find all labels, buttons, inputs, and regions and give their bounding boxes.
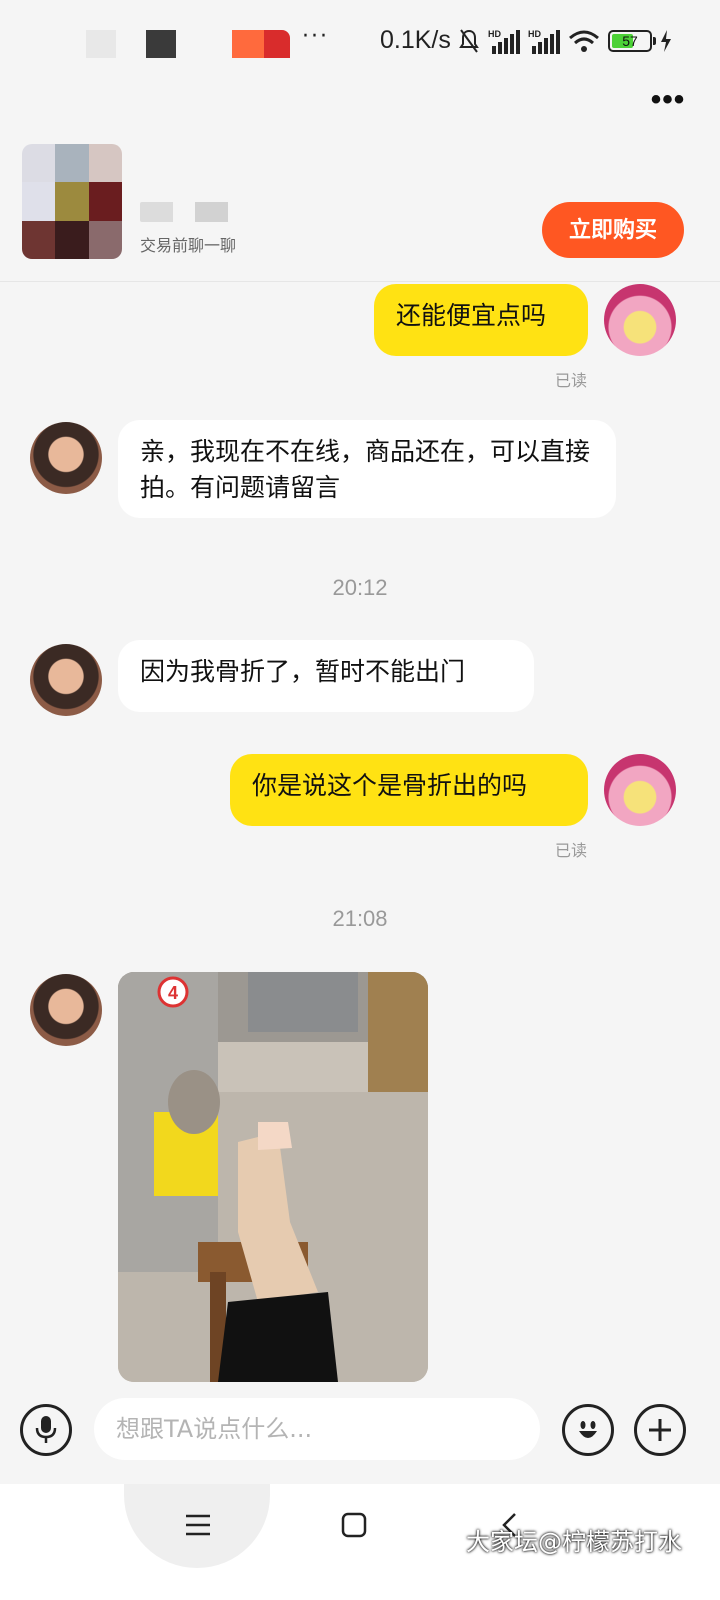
peer-avatar[interactable] bbox=[30, 974, 102, 1046]
message-bubble-me[interactable]: 你是说这个是骨折出的吗 bbox=[230, 754, 588, 826]
emoji-icon[interactable] bbox=[562, 1404, 614, 1456]
battery-level: 57 bbox=[622, 33, 638, 49]
watermark: 大家坛@柠檬苏打水 bbox=[466, 1528, 682, 1556]
plus-icon[interactable] bbox=[634, 1404, 686, 1456]
product-subtitle: 交易前聊一聊 bbox=[140, 236, 237, 255]
notification-icon bbox=[86, 30, 116, 58]
battery-icon: 57 bbox=[608, 30, 656, 52]
message-bubble-peer[interactable]: 亲，我现在不在线，商品还在，可以直接拍。有问题请留言 bbox=[118, 420, 616, 518]
bed-number-badge: 4 bbox=[168, 983, 178, 1003]
menu-icon[interactable] bbox=[176, 1506, 220, 1546]
hd-signal-icon: HD bbox=[488, 29, 520, 54]
message-input[interactable] bbox=[94, 1398, 540, 1460]
wifi-icon bbox=[569, 30, 599, 52]
peer-avatar[interactable] bbox=[30, 422, 102, 494]
mute-bell-icon bbox=[459, 29, 479, 53]
status-bar: ··· 0.1K/s HD HD 57 bbox=[0, 0, 720, 80]
home-square-icon[interactable] bbox=[334, 1506, 374, 1546]
peer-avatar[interactable] bbox=[30, 644, 102, 716]
network-speed: 0.1K/s bbox=[380, 26, 451, 54]
read-receipt: 已读 bbox=[555, 371, 588, 390]
more-notifications-icon: ··· bbox=[302, 24, 329, 49]
time-separator: 20:12 bbox=[332, 575, 388, 600]
svg-text:HD: HD bbox=[488, 29, 501, 39]
notification-icon bbox=[146, 30, 176, 58]
input-bar bbox=[0, 1384, 720, 1482]
product-title-redacted bbox=[140, 202, 250, 222]
svg-text:HD: HD bbox=[528, 29, 541, 39]
product-header: 交易前聊一聊 立即购买 bbox=[0, 130, 720, 282]
microphone-icon[interactable] bbox=[20, 1404, 72, 1456]
photo-content: 4 bbox=[118, 972, 428, 1382]
time-separator: 21:08 bbox=[332, 906, 388, 931]
message-bubble-peer[interactable]: 因为我骨折了，暂时不能出门 bbox=[118, 640, 534, 712]
message-bubble-me[interactable]: 还能便宜点吗 bbox=[374, 284, 588, 356]
my-avatar[interactable] bbox=[604, 754, 676, 826]
image-message[interactable]: 4 bbox=[118, 972, 428, 1382]
hd-signal-icon: HD bbox=[528, 29, 560, 54]
my-avatar[interactable] bbox=[604, 284, 676, 356]
buy-now-button[interactable]: 立即购买 bbox=[542, 202, 684, 258]
notification-icon bbox=[232, 30, 290, 58]
more-dots-icon[interactable]: ••• bbox=[636, 82, 700, 118]
status-icons: HD HD 57 bbox=[458, 24, 672, 58]
product-thumbnail[interactable] bbox=[22, 144, 122, 259]
read-receipt: 已读 bbox=[555, 841, 588, 860]
charging-icon bbox=[661, 30, 671, 52]
